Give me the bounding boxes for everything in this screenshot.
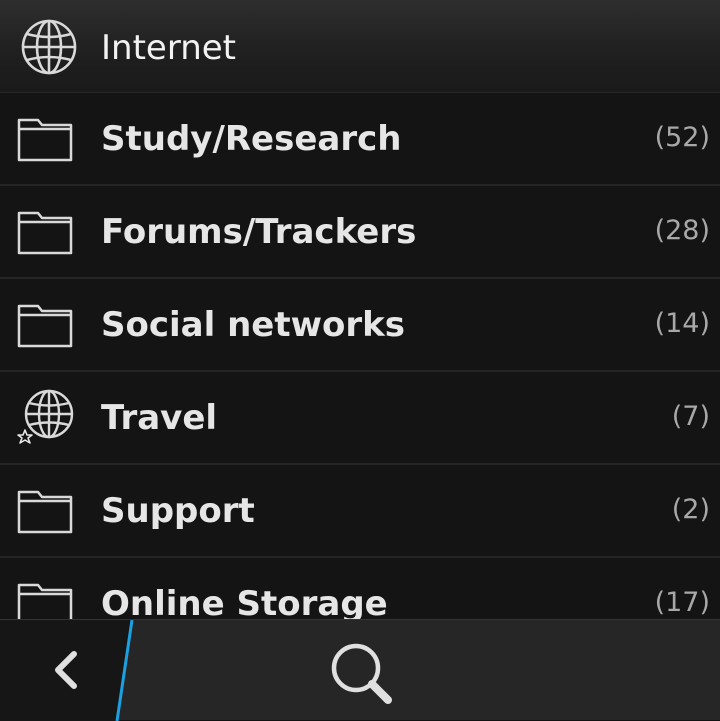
list-item-label: Online Storage <box>101 584 388 619</box>
list-item-count: (52) <box>654 122 710 153</box>
page-title: Internet <box>101 28 237 68</box>
list-item[interactable]: Social networks (14) <box>0 279 720 372</box>
folder-icon <box>17 490 73 534</box>
list-item[interactable]: Support (2) <box>0 465 720 558</box>
title-bar: Internet <box>0 0 720 93</box>
list-item-label: Travel <box>101 398 218 438</box>
list-item-count: (17) <box>654 587 710 618</box>
list-item-count: (2) <box>671 494 710 525</box>
list-item[interactable]: Study/Research (52) <box>0 93 720 186</box>
folder-icon <box>17 583 73 619</box>
list-item[interactable]: Travel (7) <box>0 372 720 465</box>
list-item-count: (7) <box>671 401 710 432</box>
list-item-label: Forums/Trackers <box>101 212 417 252</box>
action-bar <box>0 619 720 721</box>
folder-icon <box>17 211 73 255</box>
list-item-label: Study/Research <box>101 119 402 159</box>
list-item-label: Support <box>101 491 255 531</box>
folder-icon <box>17 118 73 162</box>
globe-star-icon <box>17 389 74 444</box>
search-icon[interactable] <box>322 638 402 708</box>
bookmark-folder-list: Study/Research (52) Forums/Trackers (28)… <box>0 93 720 619</box>
globe-icon <box>21 19 77 75</box>
list-item[interactable]: Online Storage (17) <box>0 558 720 619</box>
list-item-label: Social networks <box>101 305 405 345</box>
chevron-left-icon[interactable] <box>40 640 90 700</box>
folder-icon <box>17 304 73 348</box>
list-item-count: (14) <box>654 308 710 339</box>
list-item-count: (28) <box>654 215 710 246</box>
list-item[interactable]: Forums/Trackers (28) <box>0 186 720 279</box>
